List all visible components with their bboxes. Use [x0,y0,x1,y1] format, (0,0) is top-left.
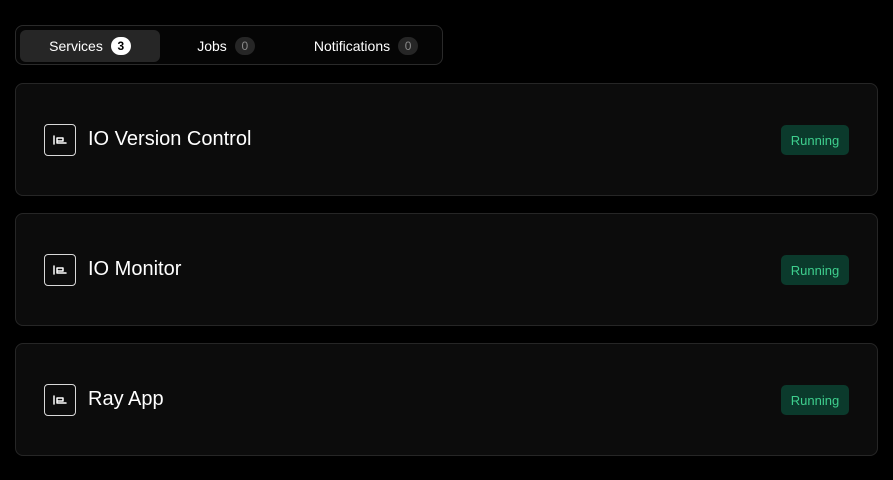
tab-jobs[interactable]: Jobs 0 [166,30,286,62]
service-card[interactable]: IO Monitor Running [15,213,878,326]
tab-services[interactable]: Services 3 [20,30,160,62]
service-name: IO Version Control [88,128,252,150]
app-root: Services 3 Jobs 0 Notifications 0 IO Ver… [0,0,893,480]
tab-services-label: Services [49,38,103,54]
service-card[interactable]: Ray App Running [15,343,878,456]
status-badge: Running [781,255,849,285]
service-name: IO Monitor [88,258,182,280]
tab-notifications-count-badge: 0 [398,37,419,55]
service-name: Ray App [88,388,164,410]
tab-services-count-badge: 3 [110,37,131,55]
tab-notifications[interactable]: Notifications 0 [292,30,440,62]
tab-jobs-label: Jobs [197,38,227,54]
tab-jobs-count-badge: 0 [234,37,255,55]
tab-bar: Services 3 Jobs 0 Notifications 0 [15,25,443,65]
status-badge: Running [781,125,849,155]
service-icon [44,254,76,286]
status-badge: Running [781,385,849,415]
service-card[interactable]: IO Version Control Running [15,83,878,196]
service-icon [44,124,76,156]
tab-notifications-label: Notifications [313,38,391,54]
service-icon [44,384,76,416]
